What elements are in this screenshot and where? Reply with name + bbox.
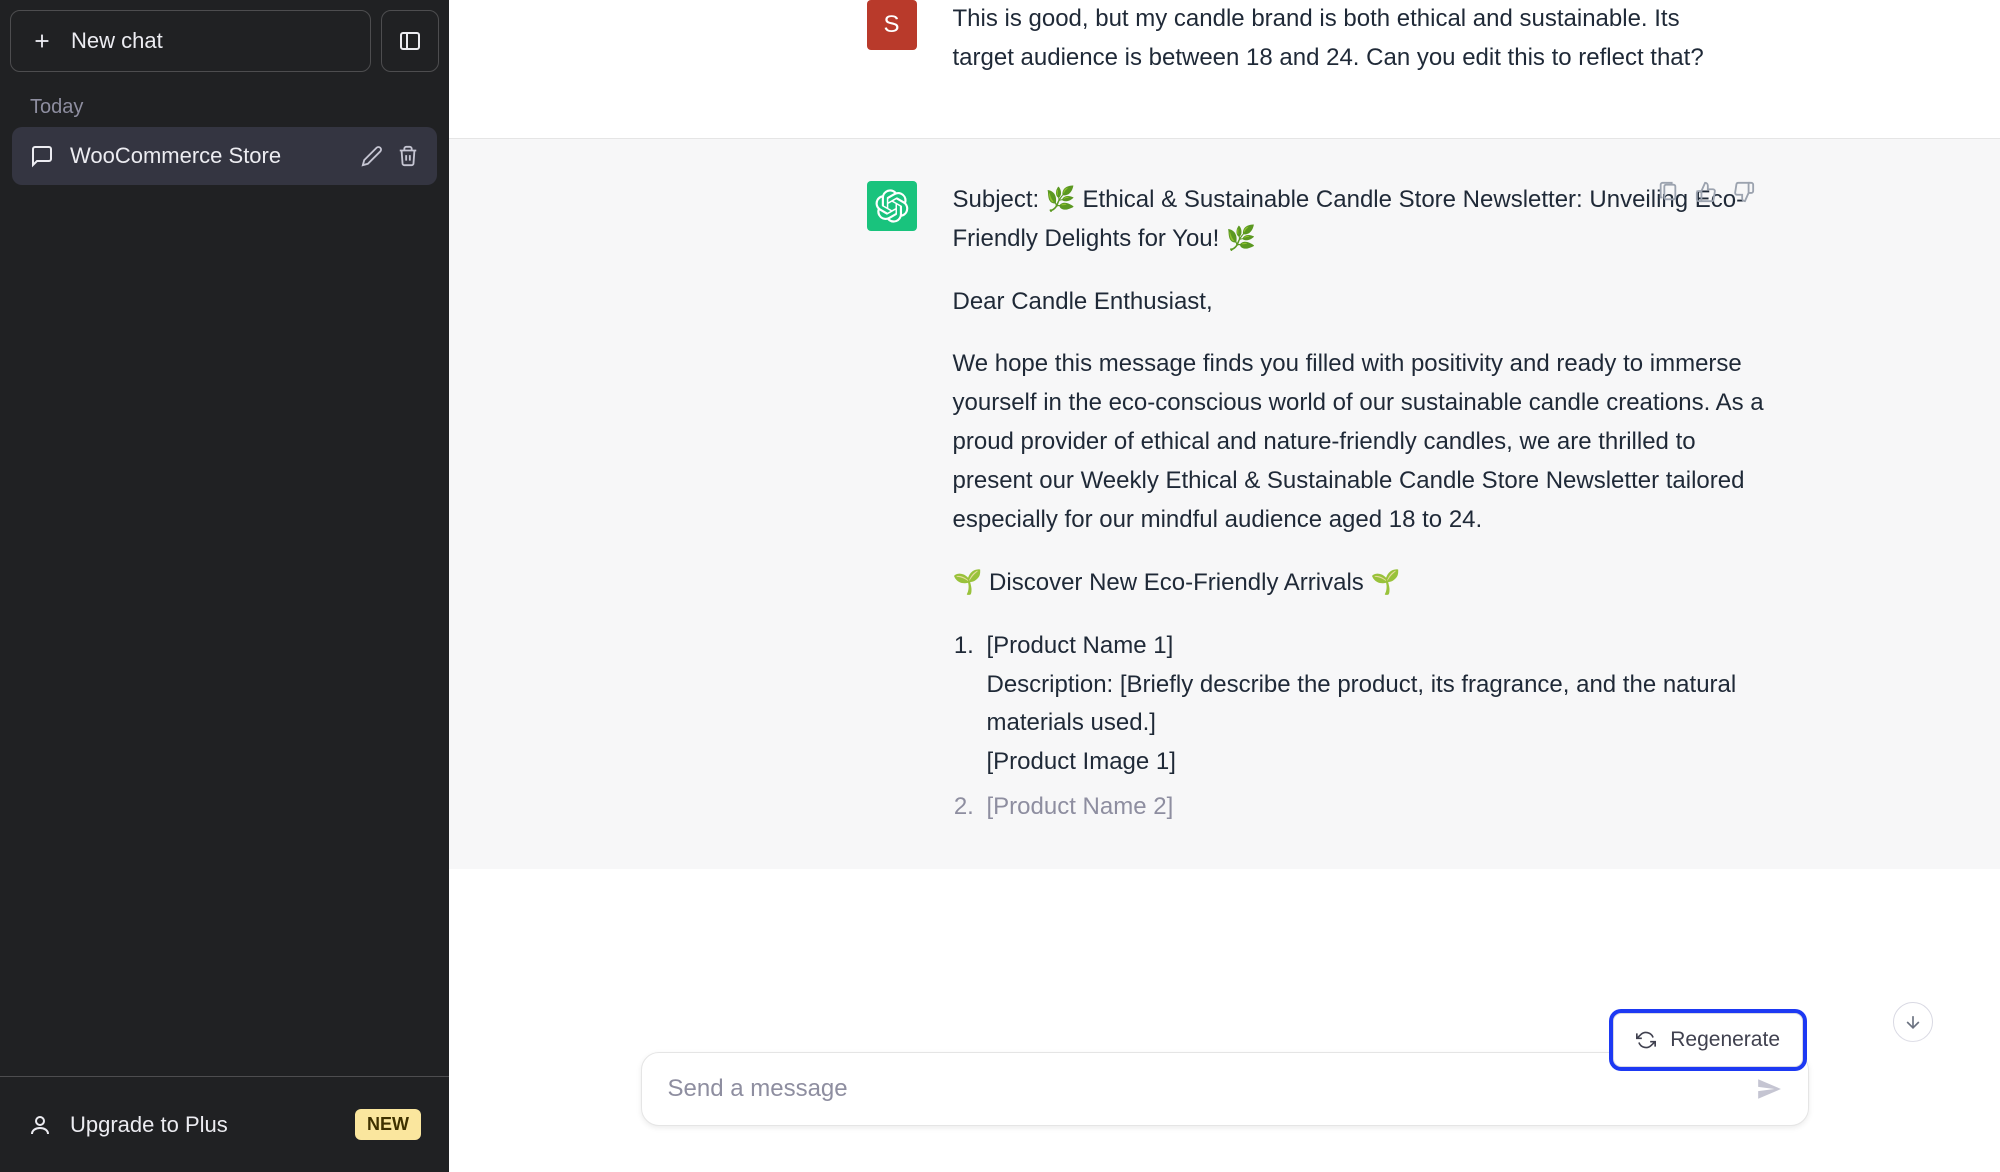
chat-icon xyxy=(30,144,54,168)
product-name: [Product Name 1] xyxy=(987,627,1775,666)
product-list: [Product Name 1] Description: [Briefly d… xyxy=(953,627,1775,827)
new-badge: NEW xyxy=(355,1109,421,1140)
chat-list: WooCommerce Store xyxy=(0,127,449,1076)
thumbs-down-icon[interactable] xyxy=(1733,181,1755,203)
new-chat-label: New chat xyxy=(71,28,163,54)
sidebar-bottom: Upgrade to Plus NEW xyxy=(0,1076,449,1172)
assistant-body: We hope this message finds you filled wi… xyxy=(953,345,1775,539)
trash-icon[interactable] xyxy=(397,145,419,167)
conversation: S This is good, but my candle brand is b… xyxy=(449,0,2000,1172)
feedback-actions xyxy=(1657,181,1755,203)
assistant-message-content: Subject: 🌿 Ethical & Sustainable Candle … xyxy=(953,181,1775,833)
message-user: S This is good, but my candle brand is b… xyxy=(449,0,2000,138)
chat-item[interactable]: WooCommerce Store xyxy=(12,127,437,185)
sidebar-top: New chat xyxy=(0,0,449,82)
regenerate-wrapper: Regenerate xyxy=(1613,1013,1803,1067)
copy-icon[interactable] xyxy=(1657,181,1679,203)
message-assistant: Subject: 🌿 Ethical & Sustainable Candle … xyxy=(449,138,2000,869)
arrow-down-icon xyxy=(1903,1012,1923,1032)
refresh-icon xyxy=(1636,1030,1656,1050)
plus-icon xyxy=(31,30,53,52)
send-button[interactable] xyxy=(1756,1076,1782,1102)
avatar-user: S xyxy=(867,0,917,50)
collapse-sidebar-button[interactable] xyxy=(381,10,439,72)
list-item: [Product Name 1] Description: [Briefly d… xyxy=(981,627,1775,783)
sidebar-collapse-icon xyxy=(398,29,422,53)
chat-item-actions xyxy=(361,145,419,167)
regenerate-button[interactable]: Regenerate xyxy=(1613,1013,1803,1067)
product-name: [Product Name 2] xyxy=(987,788,1775,827)
chat-item-title: WooCommerce Store xyxy=(70,143,345,169)
user-text: This is good, but my candle brand is bot… xyxy=(953,0,1735,78)
product-desc: Description: [Briefly describe the produ… xyxy=(987,666,1775,744)
assistant-subject: Subject: 🌿 Ethical & Sustainable Candle … xyxy=(953,181,1775,259)
user-message-content: This is good, but my candle brand is bot… xyxy=(953,0,1735,102)
edit-icon[interactable] xyxy=(361,145,383,167)
assistant-section-header: 🌱 Discover New Eco-Friendly Arrivals 🌱 xyxy=(953,564,1775,603)
upgrade-label: Upgrade to Plus xyxy=(70,1112,228,1138)
product-image-placeholder: [Product Image 1] xyxy=(987,743,1775,782)
message-input[interactable] xyxy=(668,1075,1756,1103)
section-label-today: Today xyxy=(0,82,449,127)
openai-logo-icon xyxy=(875,189,909,223)
assistant-greeting: Dear Candle Enthusiast, xyxy=(953,283,1775,322)
main: S This is good, but my candle brand is b… xyxy=(449,0,2000,1172)
thumbs-up-icon[interactable] xyxy=(1695,181,1717,203)
new-chat-button[interactable]: New chat xyxy=(10,10,371,72)
sidebar: New chat Today WooCommerce Store xyxy=(0,0,449,1172)
user-icon xyxy=(28,1113,52,1137)
avatar-assistant xyxy=(867,181,917,231)
avatar-letter: S xyxy=(883,11,899,39)
list-item: [Product Name 2] xyxy=(981,788,1775,827)
regenerate-label: Regenerate xyxy=(1670,1028,1780,1052)
upgrade-button[interactable]: Upgrade to Plus NEW xyxy=(16,1093,433,1156)
